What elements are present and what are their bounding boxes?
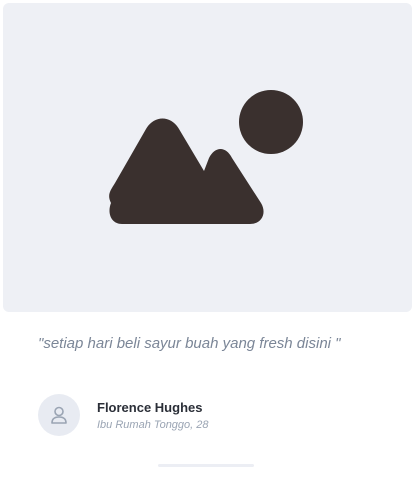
testimonial-quote: "setiap hari beli sayur buah yang fresh … [38, 335, 341, 352]
author-name: Florence Hughes [97, 400, 203, 415]
author-role: Ibu Rumah Tonggo, 28 [97, 419, 209, 431]
slider-indicator[interactable] [158, 464, 254, 467]
avatar [38, 394, 80, 436]
testimonial-image-placeholder [3, 3, 412, 312]
image-placeholder-icon [109, 90, 303, 224]
user-icon [51, 406, 67, 424]
